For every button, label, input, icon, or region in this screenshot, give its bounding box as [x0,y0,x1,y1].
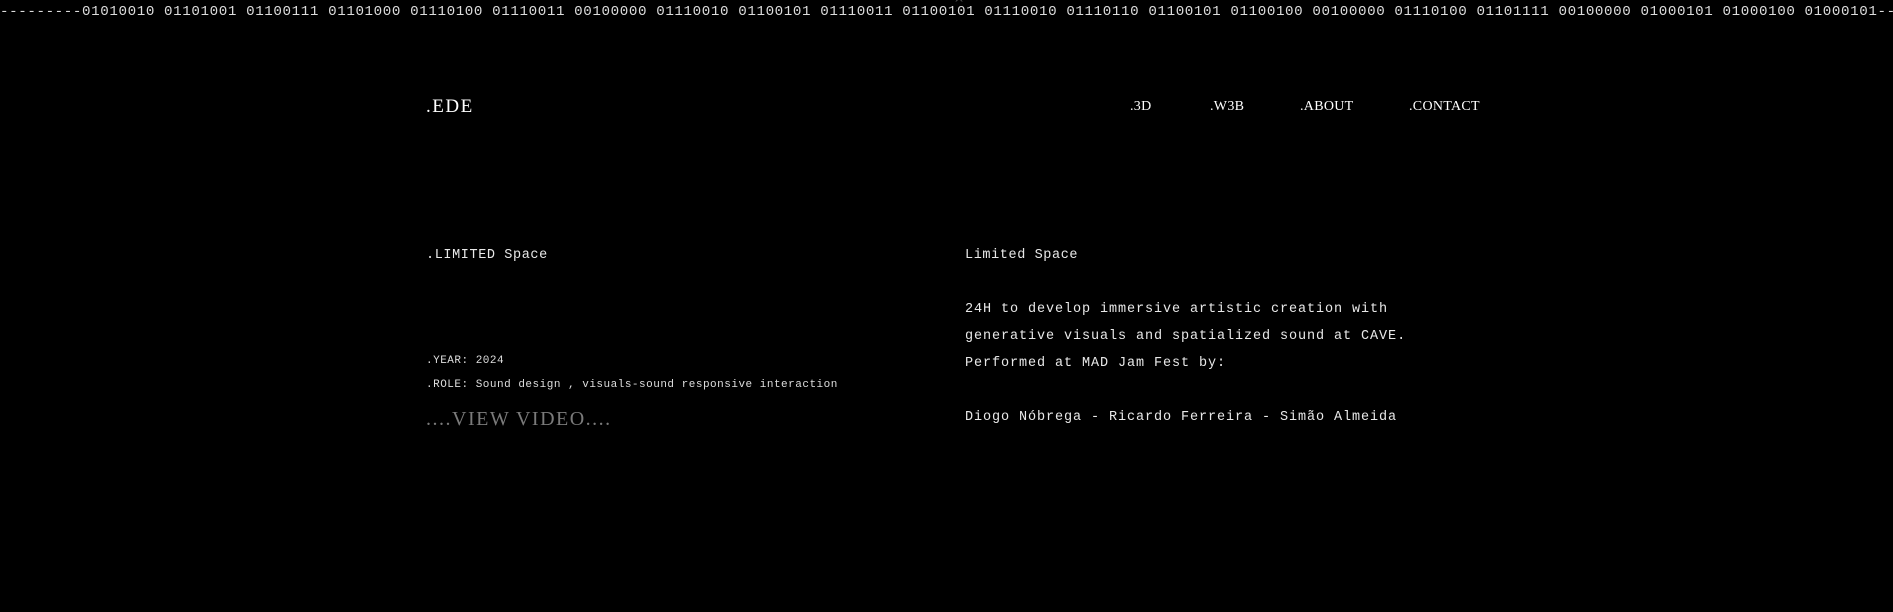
detail-title: Limited Space [965,248,1079,263]
binary-ticker: ---------01010010 01101001 01100111 0110… [0,4,1893,20]
nav-item-w3b[interactable]: .W3B [1210,99,1244,115]
project-year: .YEAR: 2024 [426,355,505,367]
nav-item-about[interactable]: .ABOUT [1300,99,1354,115]
nav-item-contact[interactable]: .CONTACT [1409,99,1480,115]
scroll-up-icon[interactable]: ^ [954,0,964,10]
description-line: generative visuals and spatialized sound… [965,329,1407,344]
nav-item-3d[interactable]: .3D [1130,99,1152,115]
project-title: .LIMITED Space [426,248,548,263]
view-video-link[interactable]: ....VIEW VIDEO.... [426,408,612,431]
main-nav: .3D .W3B .ABOUT .CONTACT [0,99,1893,119]
description-line: 24H to develop immersive artistic creati… [965,302,1389,317]
credits: Diogo Nóbrega - Ricardo Ferreira - Simão… [965,410,1398,425]
project-role: .ROLE: Sound design , visuals-sound resp… [426,379,838,391]
description-line: Performed at MAD Jam Fest by: [965,356,1227,371]
